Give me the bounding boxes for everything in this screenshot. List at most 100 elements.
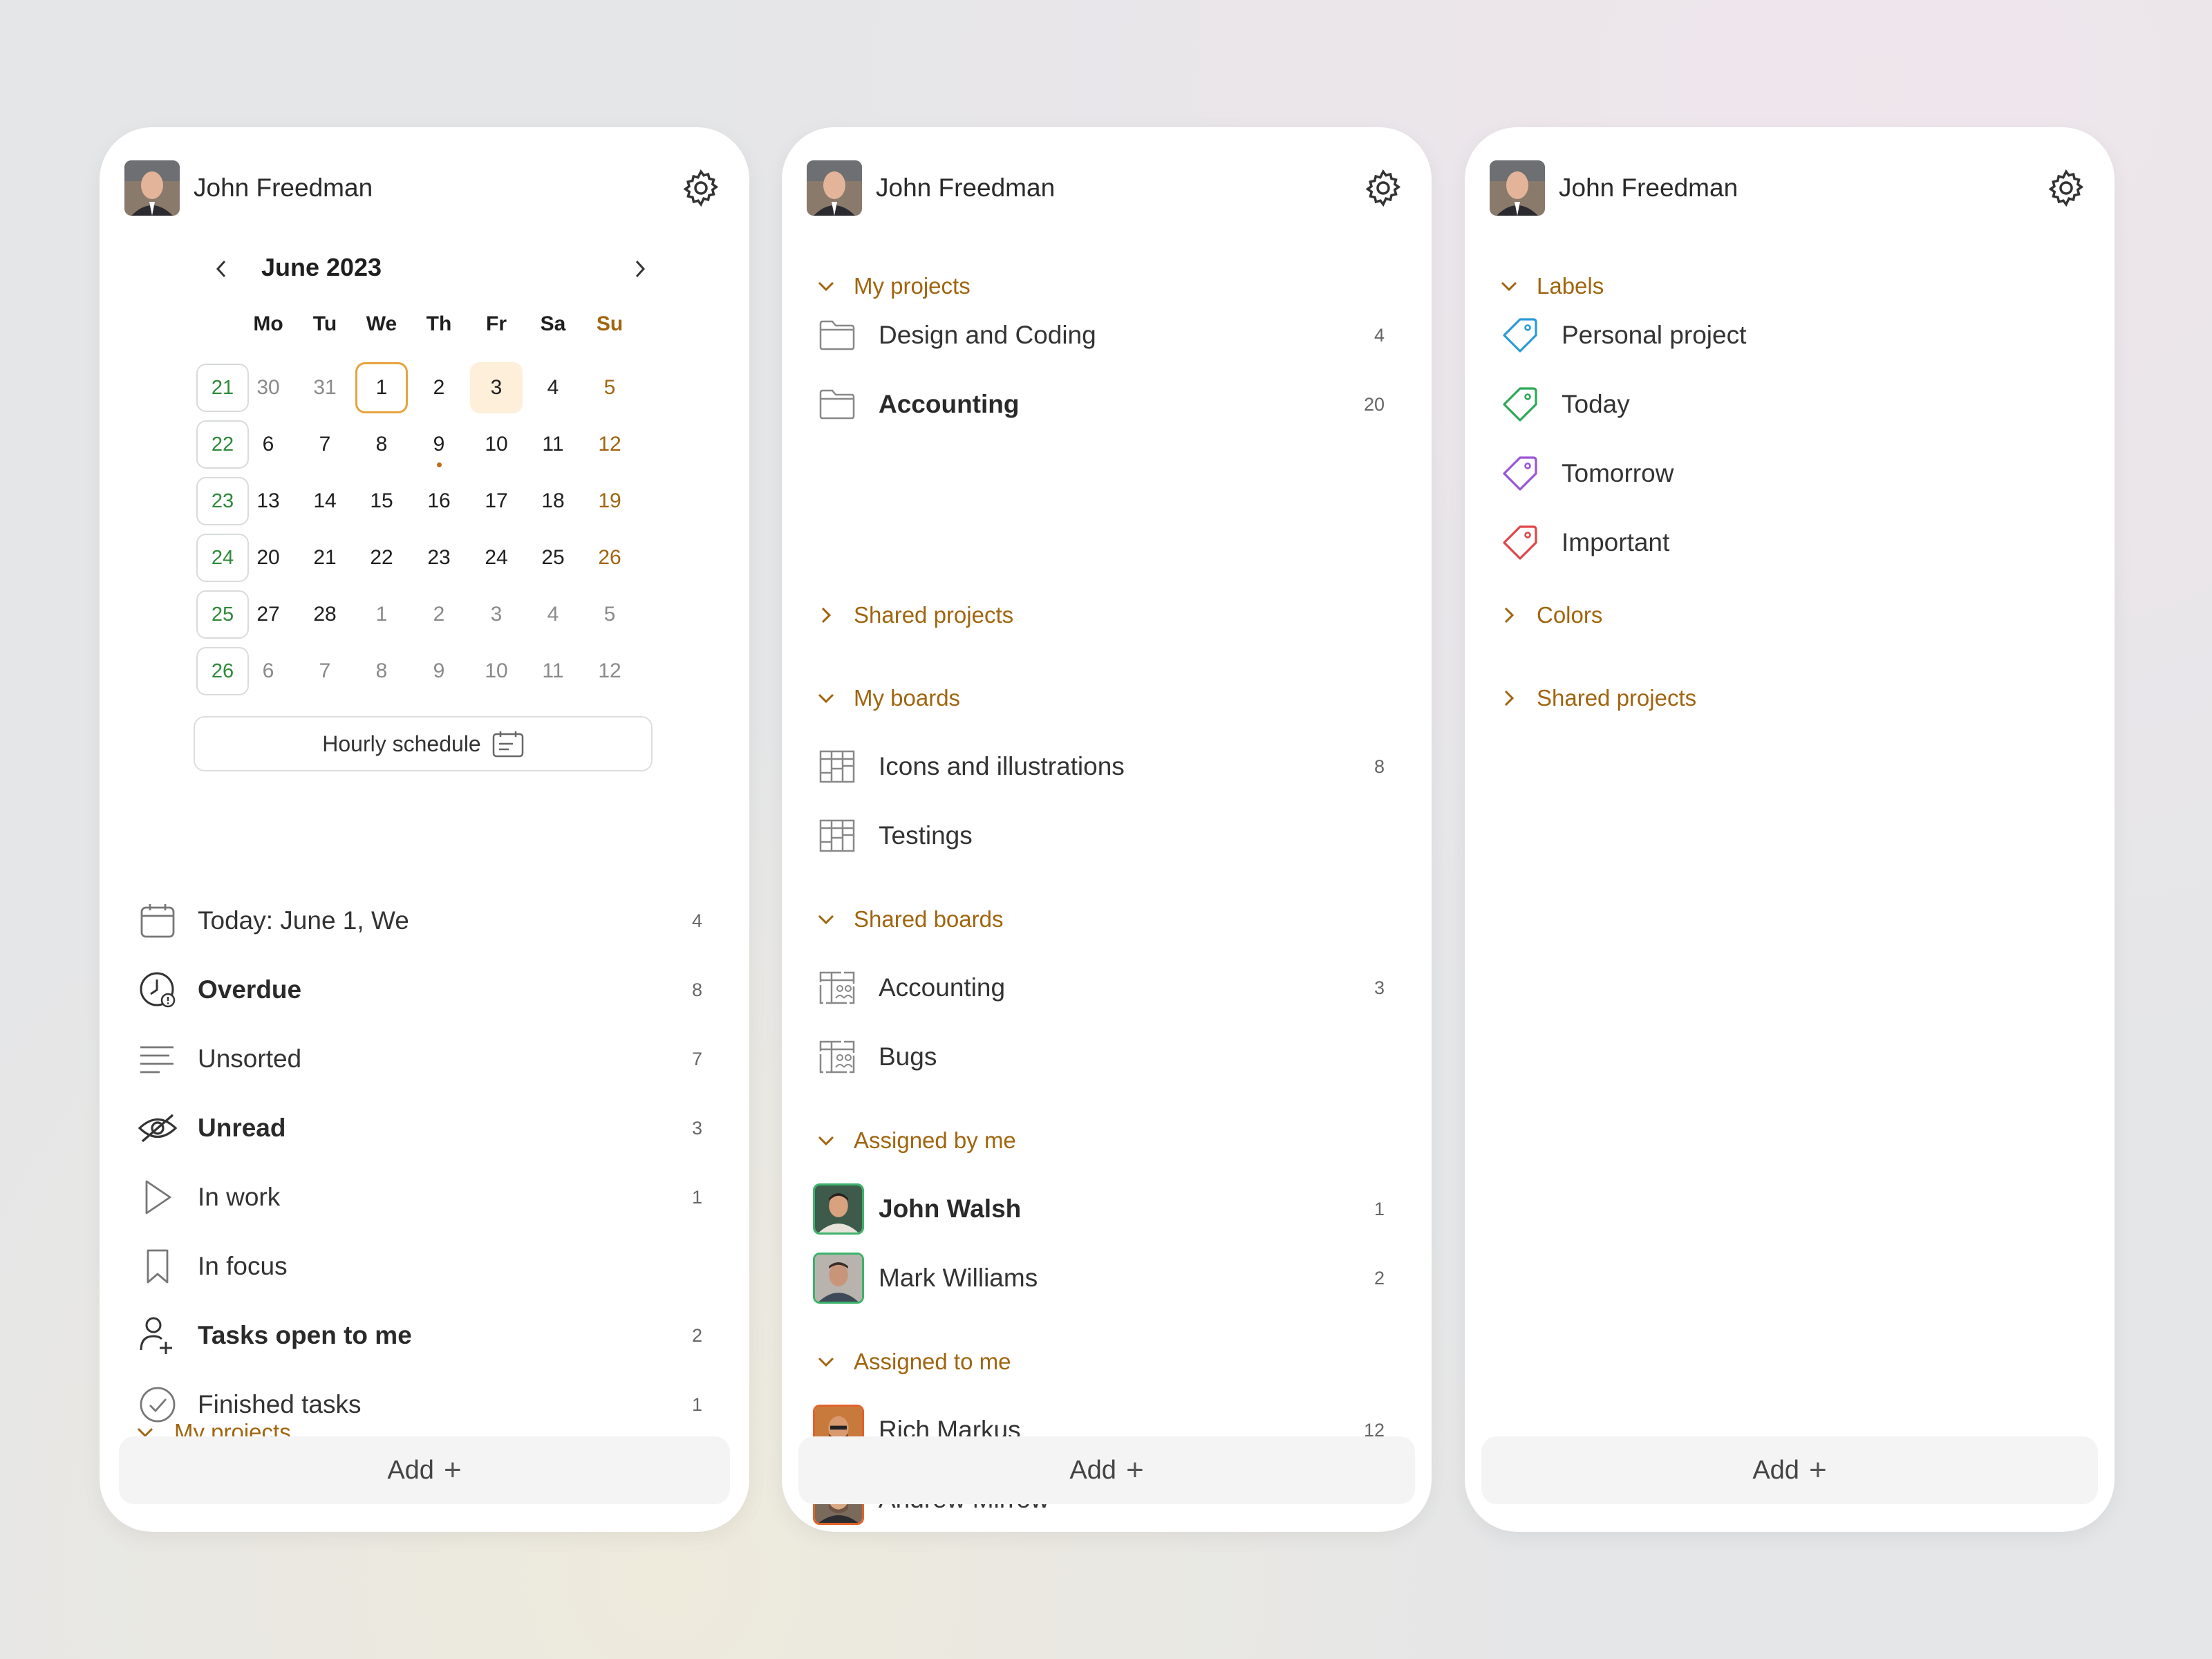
calendar-day[interactable]: 2 bbox=[413, 362, 465, 413]
filter-item[interactable]: In work 1 bbox=[100, 1166, 749, 1228]
gear-icon[interactable] bbox=[2045, 167, 2087, 209]
section-label: Shared projects bbox=[1537, 685, 1697, 711]
add-button[interactable]: Add + bbox=[798, 1436, 1415, 1504]
calendar-day[interactable]: 7 bbox=[299, 646, 351, 697]
calendar-day[interactable]: 21 bbox=[299, 532, 351, 583]
filter-item[interactable]: Today: June 1, We 4 bbox=[100, 890, 749, 952]
gear-icon[interactable] bbox=[680, 167, 722, 209]
section-colors[interactable]: Colors bbox=[1465, 594, 2115, 636]
calendar-day[interactable]: 18 bbox=[527, 476, 579, 527]
calendar-day[interactable]: 20 bbox=[242, 532, 294, 583]
calendar-day[interactable]: 19 bbox=[583, 476, 636, 527]
project-label: Accounting bbox=[879, 390, 1020, 418]
calendar-day[interactable]: 1 bbox=[355, 362, 408, 413]
calendar-day[interactable]: 16 bbox=[413, 476, 465, 527]
section-assigned-to-me[interactable]: Assigned to me bbox=[782, 1341, 1432, 1382]
filter-label: In focus bbox=[198, 1252, 288, 1280]
calendar-day[interactable]: 13 bbox=[242, 476, 294, 527]
calendar-day[interactable]: 25 bbox=[527, 532, 579, 583]
calendar-day[interactable]: 12 bbox=[583, 646, 636, 697]
calendar-day[interactable]: 6 bbox=[242, 646, 294, 697]
user-name[interactable]: John Freedman bbox=[194, 174, 680, 203]
calendar-day[interactable]: 9 bbox=[413, 646, 465, 697]
add-label: Add bbox=[1069, 1455, 1116, 1485]
label-item[interactable]: Important bbox=[1465, 512, 2115, 574]
calendar-day[interactable]: 31 bbox=[299, 362, 351, 413]
calendar-day[interactable]: 7 bbox=[299, 419, 351, 470]
section-my-boards[interactable]: My boards bbox=[782, 677, 1432, 719]
filter-item[interactable]: Unread 3 bbox=[100, 1097, 749, 1159]
calendar-day[interactable]: 23 bbox=[413, 532, 465, 583]
week-number[interactable]: 25 bbox=[196, 590, 249, 639]
label-item[interactable]: Personal project bbox=[1465, 304, 2115, 366]
label-icon-wrap bbox=[1499, 315, 1541, 356]
section-labels[interactable]: Labels bbox=[1465, 265, 2115, 307]
calendar-day[interactable]: 11 bbox=[527, 646, 579, 697]
calendar-day[interactable]: 3 bbox=[470, 362, 523, 413]
user-name[interactable]: John Freedman bbox=[1559, 174, 2045, 203]
calendar-day[interactable]: 1 bbox=[355, 589, 408, 640]
calendar-day[interactable]: 2 bbox=[413, 589, 465, 640]
filter-item[interactable]: Tasks open to me 2 bbox=[100, 1304, 749, 1367]
calendar-day[interactable]: 8 bbox=[355, 419, 408, 470]
hourly-schedule-button[interactable]: Hourly schedule bbox=[194, 716, 653, 771]
calendar-day[interactable]: 17 bbox=[470, 476, 523, 527]
user-name[interactable]: John Freedman bbox=[876, 174, 1362, 203]
user-avatar[interactable] bbox=[807, 160, 862, 216]
calendar-day[interactable]: 14 bbox=[299, 476, 351, 527]
week-number[interactable]: 24 bbox=[196, 534, 249, 582]
section-shared-projects[interactable]: Shared projects bbox=[782, 594, 1432, 636]
week-number[interactable]: 22 bbox=[196, 420, 249, 469]
next-month-button[interactable] bbox=[622, 252, 657, 286]
calendar-day[interactable]: 15 bbox=[355, 476, 408, 527]
board-item[interactable]: Icons and illustrations 8 bbox=[782, 735, 1432, 798]
filter-item[interactable]: In focus bbox=[100, 1235, 749, 1297]
calendar-day[interactable]: 9 bbox=[413, 419, 465, 470]
calendar-day[interactable]: 4 bbox=[527, 589, 579, 640]
week-number[interactable]: 23 bbox=[196, 477, 249, 525]
calendar-day[interactable]: 4 bbox=[527, 362, 579, 413]
person-item[interactable]: Mark Williams 2 bbox=[782, 1247, 1432, 1309]
user-avatar[interactable] bbox=[1490, 160, 1545, 216]
calendar-day[interactable]: 5 bbox=[583, 589, 636, 640]
calendar-day[interactable]: 8 bbox=[355, 646, 408, 697]
shared-board-label: Accounting bbox=[879, 973, 1006, 1002]
add-button[interactable]: Add + bbox=[119, 1436, 730, 1504]
gear-icon[interactable] bbox=[1362, 167, 1404, 209]
person-item[interactable]: John Walsh 1 bbox=[782, 1178, 1432, 1240]
shared-board-icon bbox=[819, 971, 855, 1004]
calendar-day[interactable]: 30 bbox=[242, 362, 294, 413]
calendar-day[interactable]: 11 bbox=[527, 419, 579, 470]
calendar-day[interactable]: 10 bbox=[470, 419, 523, 470]
calendar-day[interactable]: 26 bbox=[583, 532, 636, 583]
calendar-day[interactable]: 6 bbox=[242, 419, 294, 470]
add-button[interactable]: Add + bbox=[1481, 1436, 2098, 1504]
section-shared-boards[interactable]: Shared boards bbox=[782, 899, 1432, 940]
filter-label: Unread bbox=[198, 1114, 286, 1142]
person-avatar bbox=[813, 1183, 864, 1235]
week-number[interactable]: 21 bbox=[196, 364, 249, 412]
filter-icon-wrap bbox=[137, 1177, 178, 1218]
project-item[interactable]: Design and Coding 4 bbox=[782, 304, 1432, 366]
shared-board-item[interactable]: Bugs bbox=[782, 1026, 1432, 1088]
filter-item[interactable]: Overdue 8 bbox=[100, 959, 749, 1021]
calendar-day[interactable]: 3 bbox=[470, 589, 523, 640]
week-number[interactable]: 26 bbox=[196, 647, 249, 695]
section-assigned-by-me[interactable]: Assigned by me bbox=[782, 1120, 1432, 1161]
board-item[interactable]: Testings bbox=[782, 805, 1432, 867]
section-my-projects[interactable]: My projects bbox=[782, 265, 1432, 307]
calendar-day[interactable]: 5 bbox=[583, 362, 636, 413]
filter-item[interactable]: Unsorted 7 bbox=[100, 1028, 749, 1090]
calendar-day[interactable]: 10 bbox=[470, 646, 523, 697]
calendar-day[interactable]: 12 bbox=[583, 419, 636, 470]
calendar-day[interactable]: 24 bbox=[470, 532, 523, 583]
section-shared-projects[interactable]: Shared projects bbox=[1465, 677, 2115, 719]
calendar-day[interactable]: 28 bbox=[299, 589, 351, 640]
calendar-day[interactable]: 27 bbox=[242, 589, 294, 640]
label-item[interactable]: Today bbox=[1465, 373, 2115, 435]
shared-board-item[interactable]: Accounting 3 bbox=[782, 957, 1432, 1019]
label-item[interactable]: Tomorrow bbox=[1465, 442, 2115, 505]
project-item[interactable]: Accounting 20 bbox=[782, 373, 1432, 435]
user-avatar[interactable] bbox=[124, 160, 180, 216]
calendar-day[interactable]: 22 bbox=[355, 532, 408, 583]
